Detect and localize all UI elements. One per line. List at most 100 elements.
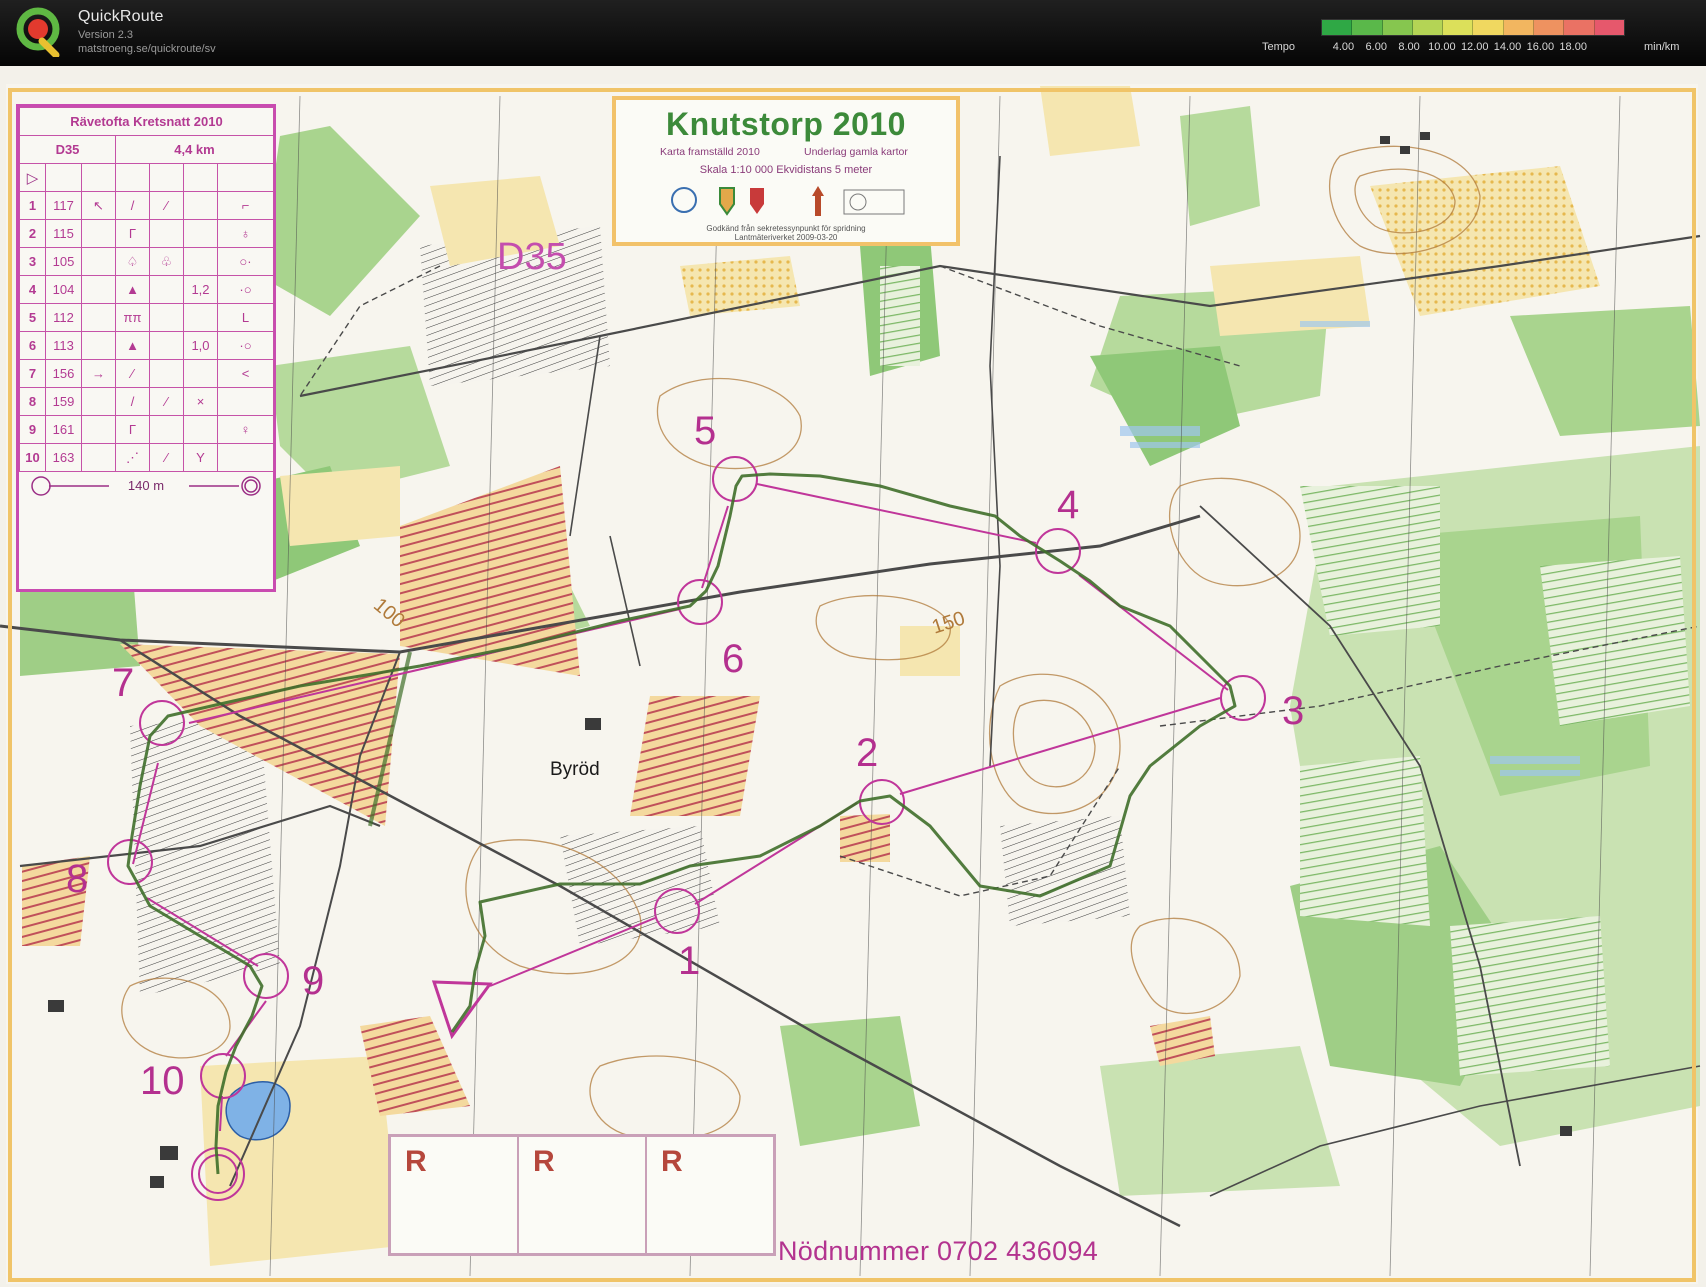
app-url: matstroeng.se/quickroute/sv (78, 43, 216, 55)
control-symbol: ♤ (115, 247, 150, 276)
control-symbol: 1,0 (183, 331, 218, 360)
control-symbol: Γ (115, 219, 150, 248)
control-symbol (81, 415, 116, 444)
course-length: 4,4 km (115, 135, 274, 164)
control-description-table: Rävetofta Kretsnatt 2010 D35 4,4 km ▷ 11… (19, 107, 274, 472)
control-order: 3 (19, 247, 46, 276)
legend-tick: 16.00 (1526, 41, 1555, 53)
control-order: 7 (19, 359, 46, 388)
place-name-byrod: Byröd (550, 759, 600, 780)
legend-tick: 18.00 (1559, 41, 1587, 53)
punch-box-label: R (405, 1145, 427, 1178)
legend-tick: 4.00 (1332, 41, 1355, 53)
legend-title: Tempo (1262, 41, 1296, 53)
control-symbol (81, 387, 116, 416)
control-symbol: → (81, 359, 116, 388)
control-symbol: ♀ (217, 415, 274, 444)
punch-box-1: R (391, 1137, 519, 1253)
event-name: Rävetofta Kretsnatt 2010 (19, 107, 274, 136)
emergency-number: Nödnummer 0702 436094 (778, 1236, 1099, 1266)
map-base-note: Underlag gamla kartor (804, 146, 908, 158)
control-order: 1 (19, 191, 46, 220)
control-symbol: L (217, 303, 274, 332)
control-number-3: 3 (1282, 689, 1304, 733)
control-symbol (81, 219, 116, 248)
tempo-color-legend (1321, 19, 1625, 36)
control-number-8: 8 (66, 857, 88, 901)
legend-tick: 8.00 (1398, 41, 1420, 53)
control-number-2: 2 (856, 731, 878, 775)
control-symbol: 1,2 (183, 275, 218, 304)
control-symbol (183, 191, 218, 220)
finish-row: 140 m (19, 472, 273, 500)
map-scale-note: Skala 1:10 000 Ekvidistans 5 meter (699, 164, 873, 176)
control-symbol: / (115, 191, 150, 220)
control-symbol: ⁄ (149, 191, 184, 220)
legend-swatch (1594, 20, 1624, 35)
control-order: 4 (19, 275, 46, 304)
class-label: D35 (497, 236, 567, 278)
orienteering-map[interactable]: 1 2 3 4 5 6 7 8 9 10 D35 Byröd 150 100 K… (0, 66, 1706, 1287)
control-symbol: / (115, 387, 150, 416)
control-symbol: × (183, 387, 218, 416)
control-symbol: ⋰ (115, 443, 150, 472)
control-code: 161 (45, 415, 82, 444)
legend-unit: min/km (1644, 41, 1680, 53)
control-symbol: ⁄ (149, 387, 184, 416)
crest-logo-icon (750, 188, 764, 214)
control-symbol (183, 359, 218, 388)
control-symbol: ⁄ (115, 359, 150, 388)
legend-swatch (1412, 20, 1444, 35)
control-symbol: ▲ (115, 331, 150, 360)
legend-swatch (1503, 20, 1535, 35)
control-symbol (183, 415, 218, 444)
control-number-1: 1 (678, 939, 700, 983)
legend-tick: 6.00 (1365, 41, 1387, 53)
control-symbol (149, 219, 184, 248)
club-logo-icon (671, 187, 697, 213)
control-description-row: 5 112 ππ L (19, 303, 274, 332)
north-arrow-icon (812, 186, 824, 216)
control-symbol (81, 275, 116, 304)
punch-box-label: R (661, 1145, 683, 1178)
control-symbol (81, 303, 116, 332)
control-code: 105 (45, 247, 82, 276)
control-symbol: Γ (115, 415, 150, 444)
control-number-5: 5 (694, 409, 716, 453)
control-symbol: ⁄ (149, 443, 184, 472)
control-symbol (81, 443, 116, 472)
control-symbol (81, 331, 116, 360)
start-symbol-icon: ▷ (19, 163, 46, 192)
legend-swatch (1352, 20, 1383, 35)
legend-tick: 10.00 (1428, 41, 1456, 53)
control-order: 5 (19, 303, 46, 332)
map-made-note: Karta framställd 2010 (660, 146, 760, 158)
control-code: 163 (45, 443, 82, 472)
legend-swatch (1564, 20, 1595, 35)
control-number-10: 10 (140, 1059, 185, 1103)
control-symbol (183, 247, 218, 276)
control-number-6: 6 (722, 637, 744, 681)
map-approval-note: Godkänd från sekretessynpunkt för spridn… (706, 224, 866, 233)
control-code: 113 (45, 331, 82, 360)
control-symbol (183, 303, 218, 332)
control-symbol (149, 359, 184, 388)
control-symbol (149, 275, 184, 304)
legend-swatch (1382, 20, 1413, 35)
control-code: 156 (45, 359, 82, 388)
map-lantmateriet-note: Lantmäteriverket 2009-03-20 (734, 233, 838, 242)
course-class: D35 (19, 135, 116, 164)
control-description-row: 8 159 /⁄ × (19, 387, 274, 416)
control-description-row: 4 104 ▲ 1,2 ·○ (19, 275, 274, 304)
control-symbol: ·○ (217, 331, 274, 360)
certification-logo-icon (843, 189, 905, 215)
control-number-9: 9 (302, 959, 324, 1003)
control-description-sheet: Rävetofta Kretsnatt 2010 D35 4,4 km ▷ 11… (16, 104, 276, 592)
legend-swatch (1473, 20, 1504, 35)
control-order: 2 (19, 219, 46, 248)
control-symbol: ♧ (149, 247, 184, 276)
control-symbol: Y (183, 443, 218, 472)
legend-swatch (1534, 20, 1565, 35)
sponsor-logos (671, 186, 905, 216)
control-number-4: 4 (1057, 483, 1079, 527)
